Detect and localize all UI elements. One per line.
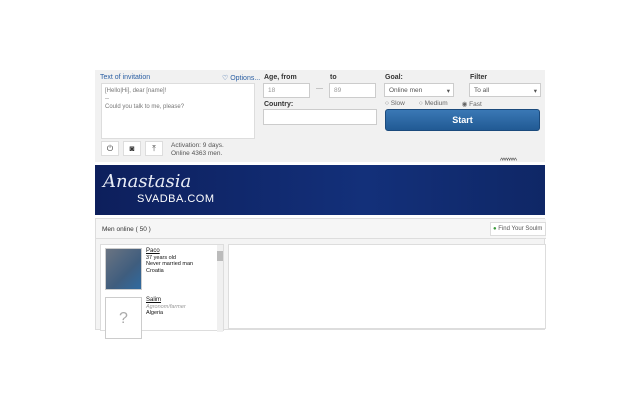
chat-area[interactable] — [228, 244, 546, 329]
logo-domain: SVADBA.COM — [137, 193, 215, 205]
find-soulmate-button[interactable]: ● Find Your Soulm — [490, 222, 546, 236]
invitation-line: Could you talk to me, please? — [105, 104, 185, 110]
online-count: Online 4363 men. — [171, 150, 223, 157]
goal-label: Goal: — [385, 74, 403, 81]
invitation-line: -- — [105, 96, 109, 102]
chat-bubble-icon: ● — [493, 226, 497, 232]
list-item[interactable]: Paco 37 years old Never married man Croa… — [105, 248, 193, 290]
start-button[interactable]: Start — [385, 109, 540, 131]
age-from-label: Age, from — [264, 74, 297, 81]
age-from-input[interactable]: 18 — [263, 83, 310, 98]
camera-icon[interactable]: ◙ — [123, 141, 141, 156]
invitation-textarea[interactable]: [Hello|Hi], dear [name]! -- Could you ta… — [101, 83, 255, 139]
scrollbar[interactable] — [217, 245, 223, 332]
speed-fast[interactable]: ◉ Fast — [462, 100, 482, 108]
stars-decoration: ^^^^^^^ — [500, 158, 517, 165]
site-banner: Anastasia SVADBA.COM — [95, 165, 545, 215]
find-soulmate-label: Find Your Soulm — [498, 226, 543, 232]
man-country: Algeria — [146, 310, 164, 316]
avatar-placeholder-icon[interactable]: ? — [105, 297, 142, 339]
speed-label: Fast — [469, 101, 482, 108]
men-online-header: Men online ( 50 ) — [102, 226, 151, 233]
filter-label: Filter — [470, 74, 488, 81]
men-online-panel: Men online ( 50 ) ● Find Your Soulm Paco… — [95, 218, 546, 339]
filter-select[interactable]: To all ▾ — [469, 83, 541, 97]
avatar[interactable] — [105, 248, 142, 290]
speed-label: Medium — [424, 100, 448, 107]
logo-script: Anastasia — [103, 171, 192, 192]
power-icon[interactable]: ⏻ — [101, 141, 119, 156]
upload-icon[interactable]: ⤒ — [145, 141, 163, 156]
age-dash: — — [316, 85, 323, 92]
country-label: Country: — [264, 101, 294, 108]
speed-medium[interactable]: ○ Medium — [419, 100, 448, 108]
invitation-line: [Hello|Hi], dear [name]! — [105, 88, 167, 94]
activation-text: Activation: 9 days. — [171, 142, 224, 149]
dropdown-arrow-icon: ▾ — [533, 88, 537, 95]
goal-value: Online men — [389, 87, 423, 94]
speed-label: Slow — [390, 100, 405, 107]
options-link[interactable]: ♡ Options... — [222, 74, 260, 82]
filter-value: To all — [474, 87, 490, 94]
list-item[interactable]: ? Salim Agronom/farmer Algeria — [105, 297, 186, 339]
goal-select[interactable]: Online men ▾ — [384, 83, 454, 97]
age-to-input[interactable]: 89 — [329, 83, 376, 98]
age-to-label: to — [330, 74, 337, 81]
dropdown-arrow-icon: ▾ — [446, 88, 450, 95]
speed-slow[interactable]: ○ Slow — [385, 100, 405, 108]
country-input[interactable] — [263, 109, 377, 125]
man-status: Never married man — [146, 261, 194, 267]
men-list: Paco 37 years old Never married man Croa… — [100, 244, 224, 339]
invitation-title: Text of invitation — [100, 74, 151, 81]
man-country: Croatia — [146, 267, 164, 274]
